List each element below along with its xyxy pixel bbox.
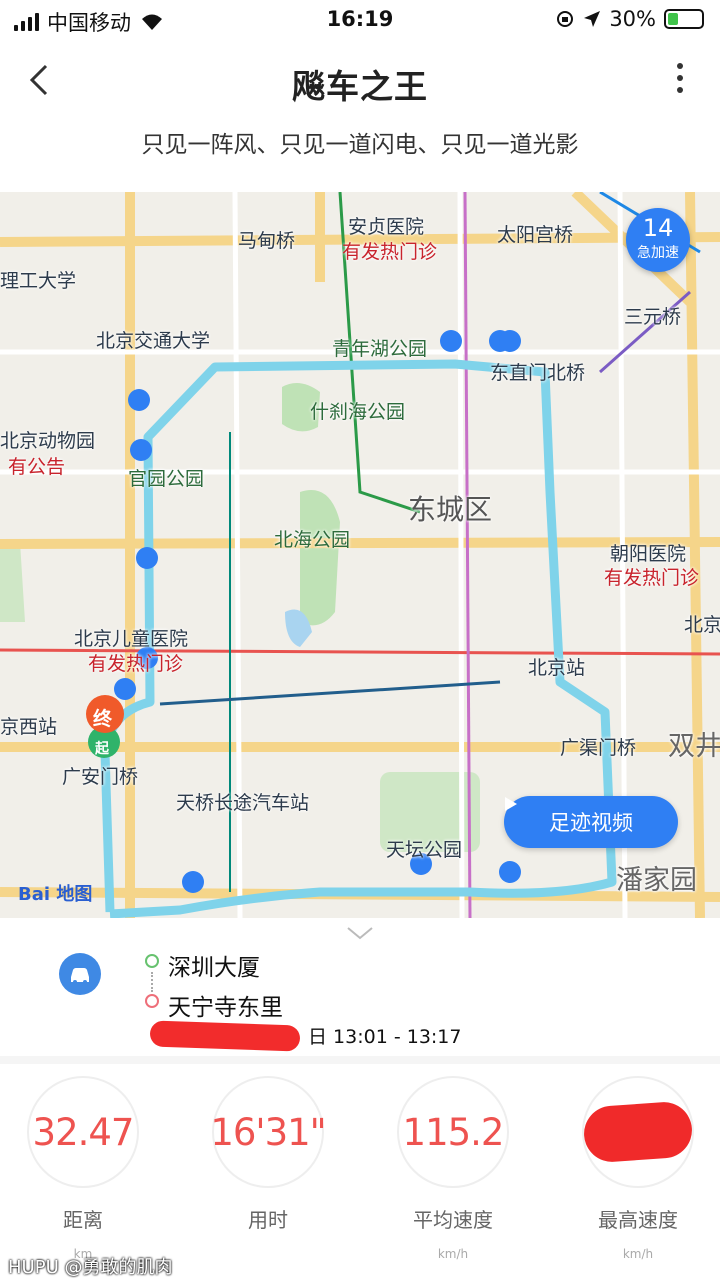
stat-unit: km/h: [622, 1247, 654, 1261]
rotation-lock-icon: [557, 11, 574, 27]
play-icon: [505, 797, 517, 811]
map-label: 朝阳医院: [610, 543, 687, 565]
map-label: 有发热门诊: [604, 567, 700, 589]
destination-dot: [145, 994, 159, 1008]
map-label: 理工大学: [0, 270, 77, 292]
status-right: 30%: [555, 7, 704, 31]
map-label: 有发热门诊: [342, 241, 438, 263]
destination-label: 天宁寺东里: [168, 995, 283, 1021]
map-label: 三元桥: [624, 306, 682, 328]
stat-unit: km/h: [437, 1247, 469, 1261]
chevron-down-icon[interactable]: [344, 924, 376, 942]
route-map[interactable]: 14 急加速 马甸桥 安贞医院 有发热门诊 太阳宫桥 理工大学 北京交通大学 青…: [0, 192, 720, 918]
trip-time: 日 13:01 - 13:17: [149, 1019, 462, 1052]
start-marker[interactable]: 起: [95, 738, 109, 758]
map-label: 双井: [668, 731, 720, 762]
map-label: 广安门桥: [62, 766, 139, 788]
map-label: 北京交通大学: [96, 330, 211, 352]
map-label: 潘家园: [616, 865, 697, 896]
battery-fill: [668, 13, 678, 25]
badge-label: 急加速: [637, 245, 679, 261]
map-label: 北京: [684, 614, 720, 636]
map-label: 天坛公园: [386, 839, 463, 861]
status-bar: 中国移动 16:19 30%: [0, 0, 720, 40]
map-label: 马甸桥: [238, 230, 296, 252]
map-label: 什刹海公园: [310, 401, 406, 423]
end-marker[interactable]: 终: [93, 704, 112, 731]
hard-acceleration-badge[interactable]: 14 急加速: [626, 208, 690, 272]
map-label: 官园公园: [128, 468, 205, 490]
location-arrow-icon: [584, 11, 601, 27]
map-label: 有发热门诊: [88, 653, 184, 675]
redaction-mark: [582, 1100, 694, 1164]
stat-duration: 16'31" 用时: [210, 1076, 327, 1247]
stat-max-speed: 最高速度 km/h: [582, 1076, 694, 1261]
divider: [0, 1056, 720, 1064]
map-label: 东直门北桥: [490, 362, 586, 384]
stat-circle: 32.47: [27, 1076, 139, 1188]
origin-dot: [145, 954, 159, 968]
watermark: HUPU @勇敢的肌肉: [8, 1257, 173, 1278]
nav-bar: 飚车之王: [0, 40, 720, 122]
map-label: 安贞医院: [348, 216, 425, 238]
map-label: 广渠门桥: [560, 737, 637, 759]
baidu-map-logo: Bai 地图: [18, 880, 92, 906]
logo-suffix: 地图: [56, 884, 93, 905]
stat-circle: 115.2: [397, 1076, 509, 1188]
footprint-video-button[interactable]: 足迹视频: [504, 796, 678, 848]
map-label: 太阳宫桥: [497, 224, 574, 246]
stat-label: 平均速度: [413, 1208, 493, 1232]
logo-text: Bai: [18, 884, 51, 905]
map-label: 京西站: [0, 716, 58, 738]
redaction-mark: [149, 1019, 301, 1052]
map-label: 东城区: [408, 493, 493, 526]
stat-label: 最高速度: [598, 1208, 678, 1232]
stat-label: 距离: [63, 1208, 103, 1232]
trip-detail-page: 中国移动 16:19 30% 飚车之王 只见一阵风、只见一道闪电、只见一道光影: [0, 0, 720, 1280]
stat-avg-speed: 115.2 平均速度 km/h: [397, 1076, 509, 1261]
more-options-icon[interactable]: [670, 58, 690, 98]
stat-circle: 16'31": [210, 1076, 327, 1188]
battery-icon: [664, 9, 704, 29]
car-icon: [59, 953, 101, 995]
map-label: 北京站: [528, 657, 586, 679]
map-label: 北京动物园: [0, 430, 96, 452]
map-label: 青年湖公园: [332, 338, 428, 360]
map-label: 天桥长途汽车站: [176, 792, 310, 814]
battery-percent: 30%: [609, 7, 656, 31]
park-area: [300, 490, 340, 626]
page-subtitle: 只见一阵风、只见一道闪电、只见一道光影: [141, 132, 579, 158]
map-label: 有公告: [8, 456, 66, 478]
stat-distance: 32.47 距离 km: [27, 1076, 139, 1261]
trip-time-range: 日 13:01 - 13:17: [308, 1026, 462, 1048]
footprint-video-label: 足迹视频: [549, 811, 633, 835]
origin-label: 深圳大厦: [168, 955, 260, 981]
map-label: 北海公园: [274, 529, 351, 551]
page-title: 飚车之王: [292, 67, 428, 106]
stat-label: 用时: [248, 1208, 288, 1232]
badge-count: 14: [642, 214, 674, 242]
map-label: 北京儿童医院: [74, 628, 189, 650]
stat-circle: [582, 1076, 694, 1188]
route-connector: [151, 972, 153, 992]
